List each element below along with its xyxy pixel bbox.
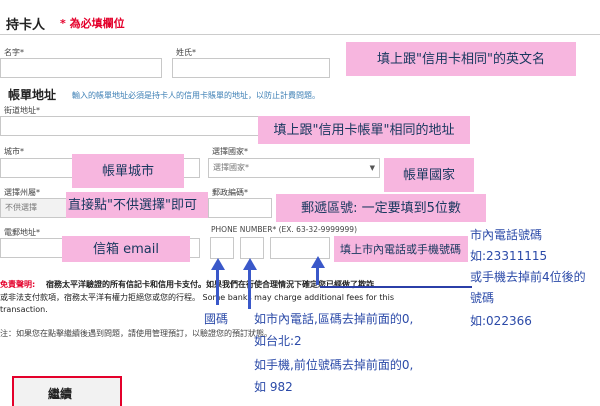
country-select-value: 選擇國家* bbox=[213, 163, 249, 172]
phone-label: PHONE NUMBER* (EX. 63-32-9999999) bbox=[211, 225, 357, 234]
phone-hint: 填上市內電話或手機號碼 bbox=[334, 236, 468, 262]
note-text: 注：如果您在點擊繼續後遇到問題，請使用管理預訂，以驗證您的預訂狀態。 bbox=[0, 329, 272, 338]
holder-title: 持卡人 bbox=[6, 18, 46, 33]
email-hint: 信箱 email bbox=[62, 236, 190, 262]
last-name-label: 姓氏* bbox=[176, 48, 196, 57]
phone-country-code-input[interactable] bbox=[210, 237, 234, 259]
name-hint: 填上跟"信用卡相同"的英文名 bbox=[346, 42, 576, 76]
number-note-5: 如:022366 bbox=[470, 314, 532, 328]
disclaimer-line-3: transaction. bbox=[0, 305, 48, 314]
address-hint: 填上跟"信用卡帳單"相同的地址 bbox=[258, 116, 470, 144]
city-hint: 帳單城市 bbox=[72, 154, 184, 188]
state-hint: 直接點"不供選擇"即可 bbox=[66, 192, 208, 218]
continue-button-label: 繼續 bbox=[48, 387, 73, 401]
email-label: 電郵地址* bbox=[4, 228, 40, 237]
country-select[interactable]: 選擇國家* ▼ bbox=[208, 158, 380, 178]
country-code-note: 國碼 bbox=[204, 312, 229, 326]
billing-title: 帳單地址 bbox=[8, 88, 57, 102]
state-select-value: 不供選擇 bbox=[5, 203, 37, 212]
street-label: 街道地址* bbox=[4, 106, 40, 115]
postal-label: 郵政編碼* bbox=[212, 188, 248, 197]
disclaimer-line-1: 宿務太平洋驗證的所有信記卡和信用卡支付。如果我們在行使合理情況下確定您已經做了欺… bbox=[46, 280, 374, 289]
country-label: 選擇國家* bbox=[212, 147, 248, 156]
number-note-1: 市內電話號碼 bbox=[470, 228, 543, 242]
disclaimer-title: 免責聲明: bbox=[0, 280, 36, 289]
chevron-down-icon: ▼ bbox=[369, 164, 375, 172]
area-code-note-4: 如 982 bbox=[254, 380, 293, 394]
number-connector-line bbox=[320, 286, 472, 288]
phone-area-code-input[interactable] bbox=[240, 237, 264, 259]
billing-note: 輸入的帳單地址必須是持卡人的信用卡賬單的地址，以防止計費問題。 bbox=[72, 91, 320, 100]
number-note-3: 或手機去掉前4位後的 bbox=[470, 270, 586, 284]
required-note: * 為必填欄位 bbox=[60, 17, 125, 30]
first-name-input[interactable] bbox=[0, 58, 162, 78]
last-name-input[interactable] bbox=[172, 58, 330, 78]
number-note-2: 如:23311115 bbox=[470, 249, 548, 263]
postal-input[interactable] bbox=[208, 198, 272, 218]
holder-title-rule bbox=[0, 34, 600, 35]
number-note-4: 號碼 bbox=[470, 291, 495, 305]
disclaimer-line-2: 或非法支付款項，宿務太平洋有權力拒絕您或您的行程。 Some banks may… bbox=[0, 293, 394, 302]
city-label: 城市* bbox=[4, 147, 24, 156]
area-code-note-2: 如台北:2 bbox=[254, 334, 302, 348]
country-hint: 帳單國家 bbox=[384, 158, 474, 192]
area-code-note-1: 如市內電話,區碼去掉前面的0, bbox=[254, 312, 414, 326]
state-label: 選擇州屬* bbox=[4, 188, 40, 197]
first-name-label: 名字* bbox=[4, 48, 24, 57]
postal-hint: 郵遞區號: 一定要填到5位數 bbox=[276, 194, 486, 222]
area-code-note-3: 如手機,前位號碼去掉前面的0, bbox=[254, 358, 414, 372]
